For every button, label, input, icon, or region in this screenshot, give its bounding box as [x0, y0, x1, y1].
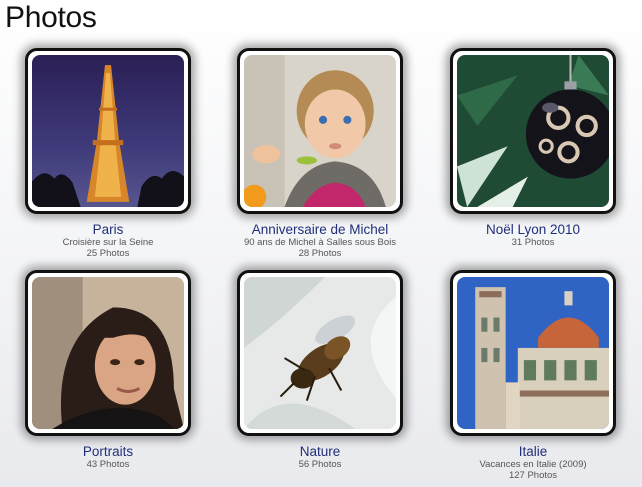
- woman-portrait-image: [32, 277, 184, 429]
- album-noel-lyon-2010[interactable]: Noël Lyon 2010 31 Photos: [427, 48, 639, 248]
- album-thumbnail-frame[interactable]: [25, 48, 191, 214]
- album-photo-count: 127 Photos: [508, 470, 558, 481]
- album-title[interactable]: Nature: [214, 444, 426, 459]
- album-title[interactable]: Anniversaire de Michel: [214, 222, 426, 237]
- album-portraits[interactable]: Portraits 43 Photos: [2, 270, 214, 470]
- album-title[interactable]: Paris: [2, 222, 214, 237]
- album-italie[interactable]: Italie Vacances en Italie (2009) 127 Pho…: [427, 270, 639, 481]
- christmas-ornament-image: [457, 55, 609, 207]
- album-subtitle: 90 ans de Michel à Salles sous Bois: [243, 237, 397, 248]
- album-thumbnail-frame[interactable]: [450, 48, 616, 214]
- baby-portrait-image: [244, 55, 396, 207]
- page-title: Photos: [5, 1, 97, 34]
- album-photo-count: 56 Photos: [298, 459, 342, 470]
- album-photo-count: 28 Photos: [298, 248, 342, 259]
- eiffel-tower-night-image: [32, 55, 184, 207]
- florence-cathedral-image: [457, 277, 609, 429]
- album-paris[interactable]: Paris Croisière sur la Seine 25 Photos: [2, 48, 214, 259]
- album-title[interactable]: Italie: [427, 444, 639, 459]
- album-subtitle: Croisière sur la Seine: [62, 237, 154, 248]
- album-photo-count: 31 Photos: [511, 237, 555, 248]
- album-anniversaire-de-michel[interactable]: Anniversaire de Michel 90 ans de Michel …: [214, 48, 426, 259]
- album-title[interactable]: Noël Lyon 2010: [427, 222, 639, 237]
- album-thumbnail-frame[interactable]: [450, 270, 616, 436]
- bee-on-petal-image: [244, 277, 396, 429]
- album-photo-count: 43 Photos: [86, 459, 130, 470]
- album-thumbnail-frame[interactable]: [237, 48, 403, 214]
- album-thumbnail-frame[interactable]: [237, 270, 403, 436]
- album-thumbnail-frame[interactable]: [25, 270, 191, 436]
- album-photo-count: 25 Photos: [86, 248, 130, 259]
- album-subtitle: Vacances en Italie (2009): [479, 459, 587, 470]
- album-nature[interactable]: Nature 56 Photos: [214, 270, 426, 470]
- album-title[interactable]: Portraits: [2, 444, 214, 459]
